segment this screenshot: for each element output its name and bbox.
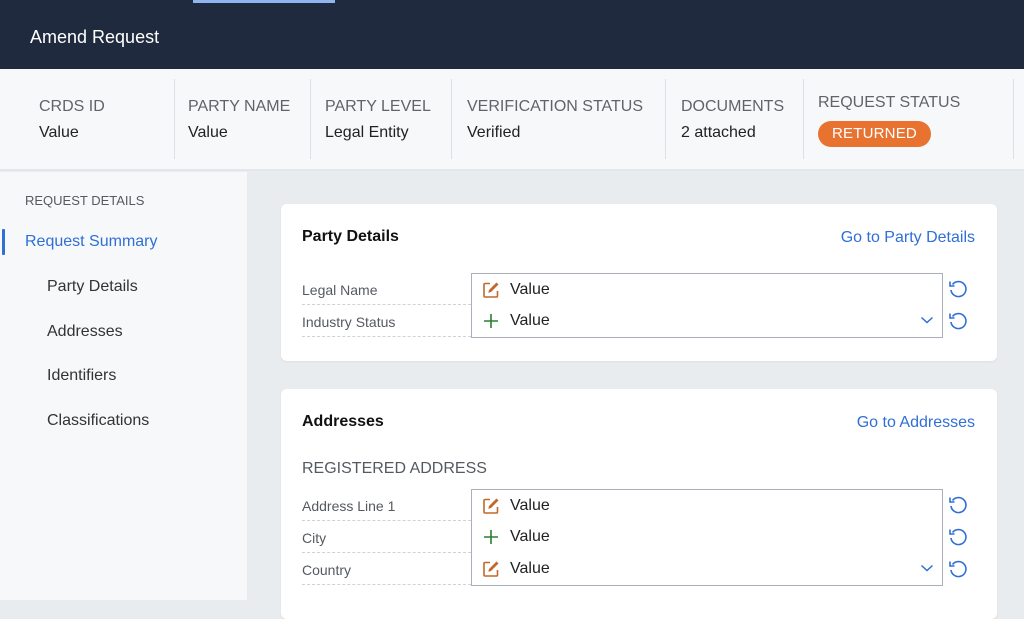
summary-label: PARTY NAME (188, 98, 291, 115)
field-row-city: City Value (302, 521, 982, 554)
active-indicator (2, 229, 5, 255)
edit-icon (483, 498, 499, 514)
active-tab-indicator (193, 0, 335, 3)
card-title: Party Details (302, 228, 399, 245)
field-row-address-line-1: Address Line 1 Value (302, 489, 982, 522)
field-label: Country (302, 553, 471, 585)
summary-value: Verified (467, 124, 521, 141)
field-value: Value (510, 281, 550, 298)
summary-party-level: PARTY LEVEL Legal Entity (325, 79, 452, 159)
field-value: Value (510, 497, 550, 514)
status-badge: RETURNED (818, 121, 931, 147)
field-value: Value (510, 312, 550, 329)
field-label: Legal Name (302, 273, 471, 305)
undo-icon[interactable] (947, 526, 969, 548)
summary-party-name: PARTY NAME Value (188, 79, 311, 159)
summary-label: DOCUMENTS (681, 98, 785, 115)
address-line-1-field[interactable]: Value (471, 489, 943, 522)
field-label: City (302, 521, 471, 553)
undo-icon[interactable] (947, 558, 969, 580)
field-value: Value (510, 528, 550, 545)
city-field[interactable]: Value (471, 521, 943, 554)
registered-address-heading: REGISTERED ADDRESS (302, 460, 487, 477)
sidebar-item-identifiers[interactable]: Identifiers (47, 367, 116, 385)
country-dropdown[interactable]: Value (471, 553, 943, 586)
field-row-industry-status: Industry Status Value (302, 305, 982, 338)
sidebar-item-party-details[interactable]: Party Details (47, 278, 138, 296)
summary-value: 2 attached (681, 124, 756, 141)
page-title: Amend Request (30, 27, 160, 47)
industry-status-dropdown[interactable]: Value (471, 305, 943, 338)
request-summary-bar: CRDS ID Value PARTY NAME Value PARTY LEV… (0, 69, 1024, 171)
summary-label: REQUEST STATUS (818, 94, 961, 111)
sidebar-heading: REQUEST DETAILS (25, 193, 145, 208)
legal-name-field[interactable]: Value (471, 273, 943, 306)
summary-label: VERIFICATION STATUS (467, 98, 644, 115)
edit-icon (483, 561, 499, 577)
sidebar-item-addresses[interactable]: Addresses (47, 323, 123, 341)
summary-crds-id: CRDS ID Value (39, 79, 175, 159)
sidebar: REQUEST DETAILS Request Summary Party De… (0, 172, 247, 600)
summary-value: Legal Entity (325, 124, 409, 141)
chevron-down-icon (920, 316, 934, 324)
party-details-card: Party Details Go to Party Details Legal … (281, 204, 997, 361)
field-row-legal-name: Legal Name Value (302, 273, 982, 306)
summary-value: Value (39, 124, 79, 141)
field-label: Address Line 1 (302, 489, 471, 521)
field-value: Value (510, 560, 550, 577)
field-label: Industry Status (302, 305, 471, 337)
field-row-country: Country Value (302, 553, 982, 586)
summary-label: PARTY LEVEL (325, 98, 431, 115)
summary-documents: DOCUMENTS 2 attached (681, 79, 804, 159)
sidebar-item-classifications[interactable]: Classifications (47, 412, 149, 430)
summary-label: CRDS ID (39, 98, 105, 115)
go-to-addresses-link[interactable]: Go to Addresses (857, 414, 975, 432)
chevron-down-icon (920, 564, 934, 572)
addresses-card: Addresses Go to Addresses REGISTERED ADD… (281, 389, 997, 619)
sidebar-item-request-summary[interactable]: Request Summary (25, 233, 158, 251)
undo-icon[interactable] (947, 494, 969, 516)
plus-icon (484, 314, 498, 328)
card-title: Addresses (302, 413, 384, 430)
go-to-party-details-link[interactable]: Go to Party Details (841, 229, 975, 247)
undo-icon[interactable] (947, 310, 969, 332)
summary-value: Value (188, 124, 228, 141)
top-bar: Amend Request (0, 0, 1024, 69)
edit-icon (483, 282, 499, 298)
undo-icon[interactable] (947, 278, 969, 300)
summary-request-status: REQUEST STATUS RETURNED (818, 79, 1014, 159)
summary-verification-status: VERIFICATION STATUS Verified (467, 79, 666, 159)
plus-icon (484, 530, 498, 544)
